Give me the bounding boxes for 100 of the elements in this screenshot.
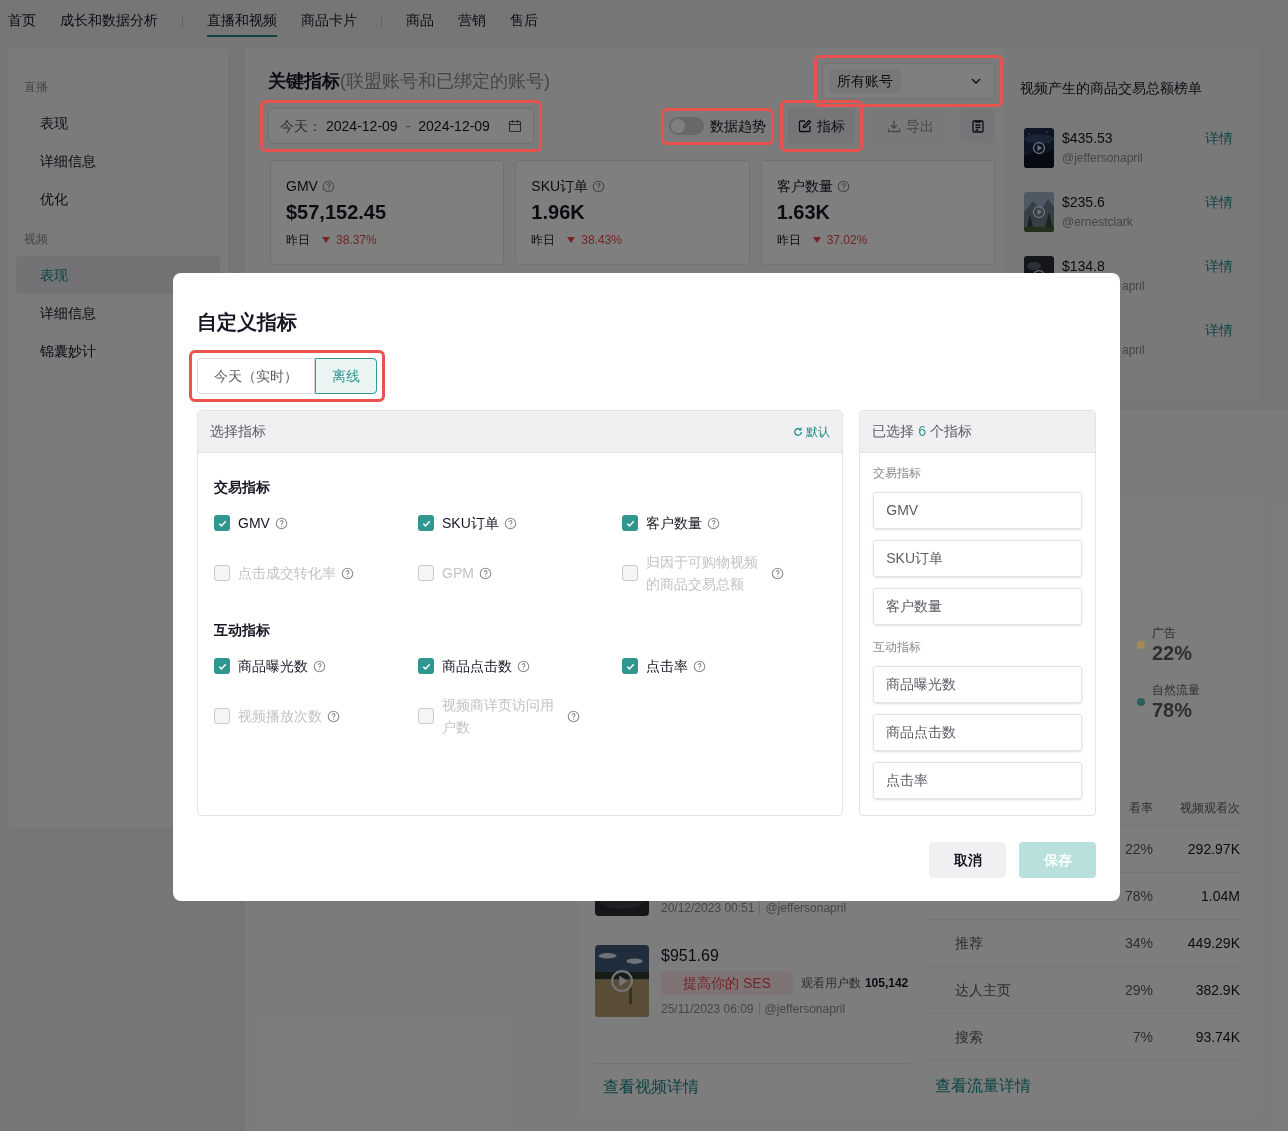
table-cell-text: 78% [1123,886,1153,906]
metric-label: 客户数量 [776,177,833,196]
view-details-link[interactable]: 查看视频详情 [603,1078,699,1095]
checkbox[interactable] [622,658,638,674]
clipboard-button[interactable] [960,109,995,143]
selected-metric-item[interactable]: SKU订单 [873,540,1082,577]
help-icon[interactable] [693,659,706,673]
download-icon [886,119,901,133]
selected-metric-item[interactable]: 商品点击数 [873,714,1082,751]
help-icon[interactable] [341,566,354,580]
panel-title: 视频产生的商品交易总额榜单 [1020,79,1203,98]
panel-title: 选择指标 [210,422,266,441]
legend-value: 22% [1152,641,1193,665]
cancel-button[interactable]: 取消 [929,842,1006,878]
legend-value: 78% [1152,698,1194,722]
dialog-title: 自定义指标 [197,310,298,335]
help-icon[interactable] [517,659,530,673]
help-icon[interactable] [567,709,580,723]
details-link[interactable]: 详情 [1205,256,1233,276]
table-cell-text: 93.74K [1194,1027,1240,1047]
selected-metric-item[interactable]: 商品曝光数 [873,666,1082,703]
help-icon[interactable] [771,566,784,580]
details-link[interactable]: 详情 [1205,192,1233,212]
column-header: 看率 [1128,799,1153,817]
down-triangle-icon [812,237,821,243]
nav-tab[interactable]: 营销 [458,0,486,37]
help-icon[interactable] [503,516,517,530]
nav-tab[interactable]: 售后 [510,0,538,37]
sidebar-item[interactable]: 优化 [16,180,220,218]
calendar-icon [508,119,522,133]
checkbox-label: GMV [238,514,270,533]
down-triangle-icon [567,237,576,243]
table-cell-text: 推荐 [954,933,984,953]
reset-link[interactable]: 默认 [793,422,831,441]
compare-label: 昨日 [286,232,310,249]
selected-metric-item[interactable]: GMV [873,492,1082,529]
selected-metric-item[interactable]: 客户数量 [873,588,1082,625]
table-cell-text: 449.29K [1186,933,1240,953]
table-cell-text: 达人主页 [954,980,1012,1000]
nav-tab[interactable]: 直播和视频 [207,0,277,37]
checkbox-label: 视频播放次数 [238,707,322,726]
help-icon[interactable] [707,516,720,530]
help-icon[interactable] [592,179,606,193]
nav-tab[interactable]: 商品卡片 [301,0,357,37]
date-range-picker[interactable]: 今天： 2024-12-09 - 2024-12-09 [268,108,534,144]
table-cell-text: 29% [1123,980,1153,1000]
details-link[interactable]: 详情 [1205,128,1233,148]
view-details-link[interactable]: 查看流量详情 [935,1077,1031,1094]
nav-tab[interactable]: 商品 [406,0,434,37]
amount-text: $435.53 [1062,129,1114,148]
help-icon[interactable] [327,709,340,723]
legend-label: 自然流量 [1152,682,1200,698]
checkbox-label: SKU订单 [442,514,499,533]
checkbox[interactable] [214,658,230,674]
sidebar-item[interactable]: 表现 [16,104,220,142]
toggle-label: 数据趋势 [710,116,766,136]
nav-tab[interactable]: 成长和数据分析 [60,0,158,37]
help-icon[interactable] [321,179,335,193]
nav-tab[interactable]: 首页 [8,0,36,37]
checkbox[interactable] [418,515,434,531]
amount-text: $951.69 [661,946,720,966]
checkbox[interactable] [418,658,434,674]
edit-icon [798,119,812,133]
sidebar-item[interactable]: 详细信息 [16,142,220,180]
account-select[interactable]: 所有账号 [822,63,995,99]
checkbox-label: 客户数量 [646,514,702,533]
compare-label: 昨日 [776,232,801,249]
metric-value: 1.63K [776,200,832,225]
change-value: 38.37% [336,232,377,249]
details-link[interactable]: 详情 [1205,320,1233,340]
section-title: 关键指标 [268,69,340,93]
table-cell-text: 382.9K [1194,980,1240,1000]
table-cell-text: 22% [1123,839,1153,859]
selected-metric-item[interactable]: 点击率 [873,762,1082,799]
group-heading: 交易指标 [214,478,271,497]
help-icon[interactable] [313,659,326,673]
metric-value: $57,152.45 [286,200,388,225]
help-icon[interactable] [274,516,288,530]
table-cell-text: 292.97K [1186,839,1240,859]
checkbox-label: 商品点击数 [442,657,512,676]
help-icon[interactable] [836,179,850,193]
post-date: 25/11/2023 06:09 [661,1001,754,1017]
group-heading: 互动指标 [214,621,271,640]
table-cell-text: 34% [1123,933,1153,953]
checkbox-label: GPM [442,564,474,583]
clipboard-icon [970,119,985,133]
table-cell-text: 搜索 [954,1027,984,1047]
panel-title: 已选择 6 个指标 [872,422,972,441]
checkbox[interactable] [622,515,638,531]
checkbox-label: 视频商详页访问用户数 [442,696,555,737]
metrics-button[interactable]: 指标 [788,108,855,144]
checkbox[interactable] [214,515,230,531]
metric-label: SKU订单 [531,177,589,196]
table-cell-text: 7% [1131,1027,1153,1047]
mode-tab[interactable]: 今天（实时） [197,358,315,394]
compare-label: 昨日 [531,232,556,249]
down-triangle-icon [322,237,330,243]
mode-tab[interactable]: 离线 [315,358,377,394]
creator-handle: @jeffersonapril [764,1001,846,1017]
help-icon[interactable] [478,566,492,580]
